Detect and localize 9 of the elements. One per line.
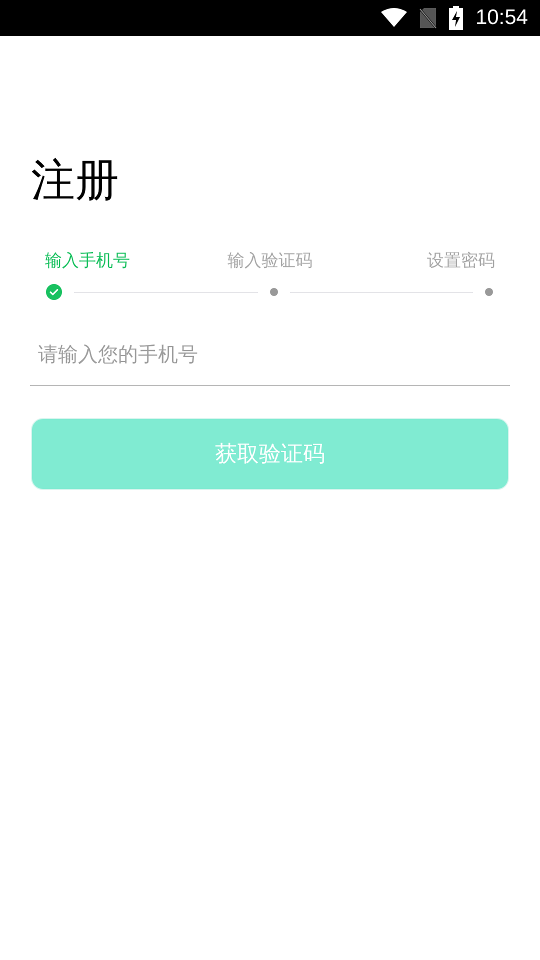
step-label: 输入验证码 — [226, 250, 314, 273]
step-label: 输入手机号 — [45, 250, 131, 273]
battery-charging-icon — [449, 6, 464, 30]
page-title: 注册 — [31, 154, 120, 208]
step-label: 设置密码 — [426, 250, 495, 273]
wifi-icon — [381, 8, 408, 28]
status-time: 10:54 — [475, 5, 528, 32]
no-sim-icon — [419, 7, 438, 29]
phone-input-field[interactable]: 请输入您的手机号 — [30, 322, 510, 386]
